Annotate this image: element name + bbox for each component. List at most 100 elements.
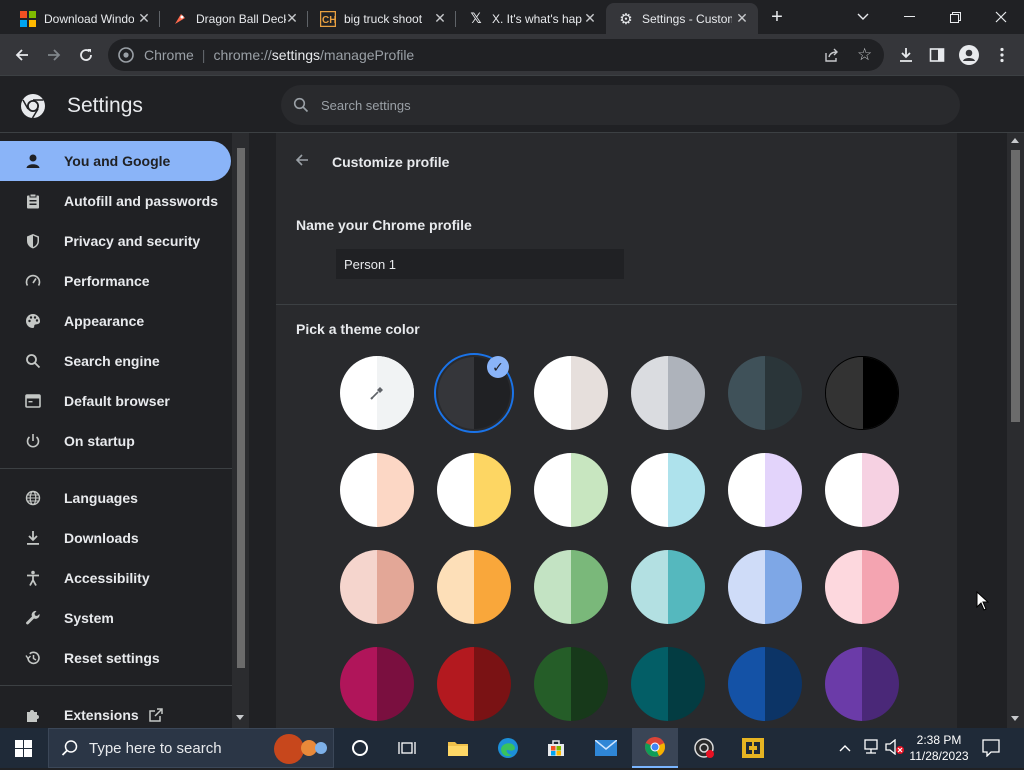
side-panel-icon bbox=[929, 48, 945, 62]
close-tab-icon[interactable]: ✕ bbox=[734, 10, 750, 26]
file-explorer-button[interactable] bbox=[435, 728, 481, 768]
menu-button[interactable] bbox=[989, 42, 1015, 68]
back-button[interactable] bbox=[9, 42, 35, 68]
theme-color-salmon[interactable] bbox=[340, 550, 414, 624]
volume-muted-icon[interactable] bbox=[885, 738, 905, 760]
theme-color-green-dark[interactable] bbox=[534, 647, 608, 721]
theme-color-label: Pick a theme color bbox=[296, 321, 420, 337]
sidebar-item-privacy[interactable]: Privacy and security bbox=[0, 221, 231, 261]
theme-color-blue-dark[interactable] bbox=[728, 647, 802, 721]
profile-name-input[interactable] bbox=[336, 249, 624, 279]
theme-color-red-dark[interactable] bbox=[437, 647, 511, 721]
share-icon[interactable] bbox=[824, 47, 840, 66]
sidebar-item-appearance[interactable]: Appearance bbox=[0, 301, 231, 341]
close-window-button[interactable] bbox=[978, 0, 1024, 34]
close-tab-icon[interactable]: ✕ bbox=[432, 10, 448, 26]
sidebar-item-performance[interactable]: Performance bbox=[0, 261, 231, 301]
browser-toolbar: Chrome | chrome://settings/manageProfile… bbox=[0, 34, 1024, 76]
theme-color-blue[interactable] bbox=[728, 550, 802, 624]
theme-color-slate[interactable] bbox=[728, 356, 802, 430]
edge-button[interactable] bbox=[485, 728, 531, 768]
puzzle-icon bbox=[24, 706, 42, 724]
theme-color-teal-dark[interactable] bbox=[631, 647, 705, 721]
sidebar-item-languages[interactable]: Languages bbox=[0, 478, 231, 518]
side-panel-button[interactable] bbox=[924, 42, 950, 68]
tab-big-truck[interactable]: CH big truck shoot ✕ bbox=[308, 3, 456, 34]
theme-color-teal[interactable] bbox=[631, 550, 705, 624]
theme-color-warm-white[interactable] bbox=[534, 356, 608, 430]
tab-settings[interactable]: ⚙ Settings - Customize profile ✕ bbox=[606, 3, 758, 34]
back-button[interactable] bbox=[294, 151, 316, 173]
chrome-taskbar-button[interactable] bbox=[632, 728, 678, 768]
scrollbar-thumb[interactable] bbox=[237, 148, 245, 668]
theme-color-green-light[interactable] bbox=[534, 453, 608, 527]
search-input[interactable]: Search settings bbox=[321, 98, 411, 113]
shield-icon bbox=[24, 232, 42, 250]
theme-color-pink[interactable] bbox=[825, 550, 899, 624]
theme-color-yellow[interactable] bbox=[437, 453, 511, 527]
profile-button[interactable] bbox=[956, 42, 982, 68]
forward-button[interactable] bbox=[41, 42, 67, 68]
reload-button[interactable] bbox=[73, 42, 99, 68]
address-bar[interactable]: Chrome | chrome://settings/manageProfile… bbox=[108, 39, 884, 71]
sidebar-item-system[interactable]: System bbox=[0, 598, 231, 638]
theme-color-peach-light[interactable] bbox=[340, 453, 414, 527]
sidebar-item-on-startup[interactable]: On startup bbox=[0, 421, 231, 461]
search-settings-field[interactable]: Search settings bbox=[281, 85, 960, 125]
scroll-down-arrow-icon[interactable] bbox=[236, 715, 244, 720]
scrollbar-thumb[interactable] bbox=[1011, 150, 1020, 422]
close-tab-icon[interactable]: ✕ bbox=[582, 10, 598, 26]
close-tab-icon[interactable]: ✕ bbox=[136, 10, 152, 26]
theme-color-lavender-light[interactable] bbox=[728, 453, 802, 527]
chevron-down-icon bbox=[857, 13, 869, 20]
notification-icon[interactable] bbox=[982, 739, 1000, 762]
bookmark-star-icon[interactable]: ☆ bbox=[857, 45, 872, 65]
theme-custom-color[interactable] bbox=[340, 356, 414, 430]
theme-color-black[interactable] bbox=[825, 356, 899, 430]
theme-color-orange[interactable] bbox=[437, 550, 511, 624]
taskbar-search-input[interactable]: Type here to search bbox=[89, 740, 222, 757]
theme-color-cyan-light[interactable] bbox=[631, 453, 705, 527]
tab-dragon-ball[interactable]: Dragon Ball Deck ✕ bbox=[160, 3, 308, 34]
theme-color-cool-grey[interactable] bbox=[631, 356, 705, 430]
theme-color-pink-light[interactable] bbox=[825, 453, 899, 527]
theme-color-green[interactable] bbox=[534, 550, 608, 624]
new-tab-button[interactable]: + bbox=[765, 6, 789, 28]
tab-x[interactable]: 𝕏 X. It's what's happening ✕ bbox=[456, 3, 606, 34]
wrench-icon bbox=[24, 609, 42, 627]
scroll-down-arrow-icon[interactable] bbox=[1011, 716, 1019, 721]
tab-search-button[interactable] bbox=[840, 0, 886, 34]
close-tab-icon[interactable]: ✕ bbox=[284, 10, 300, 26]
mail-button[interactable] bbox=[583, 728, 629, 768]
ch-logo-icon: CH bbox=[320, 10, 336, 27]
tab-download-windows[interactable]: Download Windows ✕ bbox=[8, 3, 160, 34]
sidebar-item-accessibility[interactable]: Accessibility bbox=[0, 558, 231, 598]
theme-color-purple-dark[interactable] bbox=[825, 647, 899, 721]
system-clock[interactable]: 2:38 PM 11/28/2023 bbox=[908, 732, 970, 764]
cortana-button[interactable] bbox=[337, 728, 383, 768]
store-button[interactable] bbox=[533, 728, 579, 768]
sidebar-scrollbar[interactable] bbox=[232, 133, 249, 728]
sidebar-item-downloads[interactable]: Downloads bbox=[0, 518, 231, 558]
start-button[interactable] bbox=[0, 728, 46, 768]
sidebar-item-extensions[interactable]: Extensions bbox=[0, 695, 231, 728]
sidebar-item-default-browser[interactable]: Default browser bbox=[0, 381, 231, 421]
sidebar-item-search-engine[interactable]: Search engine bbox=[0, 341, 231, 381]
show-hidden-icons-icon[interactable] bbox=[838, 740, 852, 758]
game-app-button[interactable] bbox=[730, 728, 776, 768]
downloads-button[interactable] bbox=[893, 42, 919, 68]
network-icon[interactable] bbox=[862, 739, 880, 760]
card-title: Customize profile bbox=[332, 154, 450, 170]
restore-button[interactable] bbox=[932, 0, 978, 34]
page-scrollbar[interactable] bbox=[1007, 133, 1024, 728]
scroll-up-arrow-icon[interactable] bbox=[1011, 138, 1019, 143]
obs-button[interactable] bbox=[681, 728, 727, 768]
taskbar-search[interactable]: Type here to search bbox=[48, 728, 334, 768]
theme-color-magenta-dark[interactable] bbox=[340, 647, 414, 721]
minimize-button[interactable] bbox=[886, 0, 932, 34]
sidebar-item-autofill[interactable]: Autofill and passwords bbox=[0, 181, 231, 221]
settings-header: Settings Search settings bbox=[0, 77, 1024, 133]
task-view-button[interactable] bbox=[384, 728, 430, 768]
sidebar-item-reset-settings[interactable]: Reset settings bbox=[0, 638, 231, 678]
sidebar-item-you-and-google[interactable]: You and Google bbox=[0, 141, 231, 181]
